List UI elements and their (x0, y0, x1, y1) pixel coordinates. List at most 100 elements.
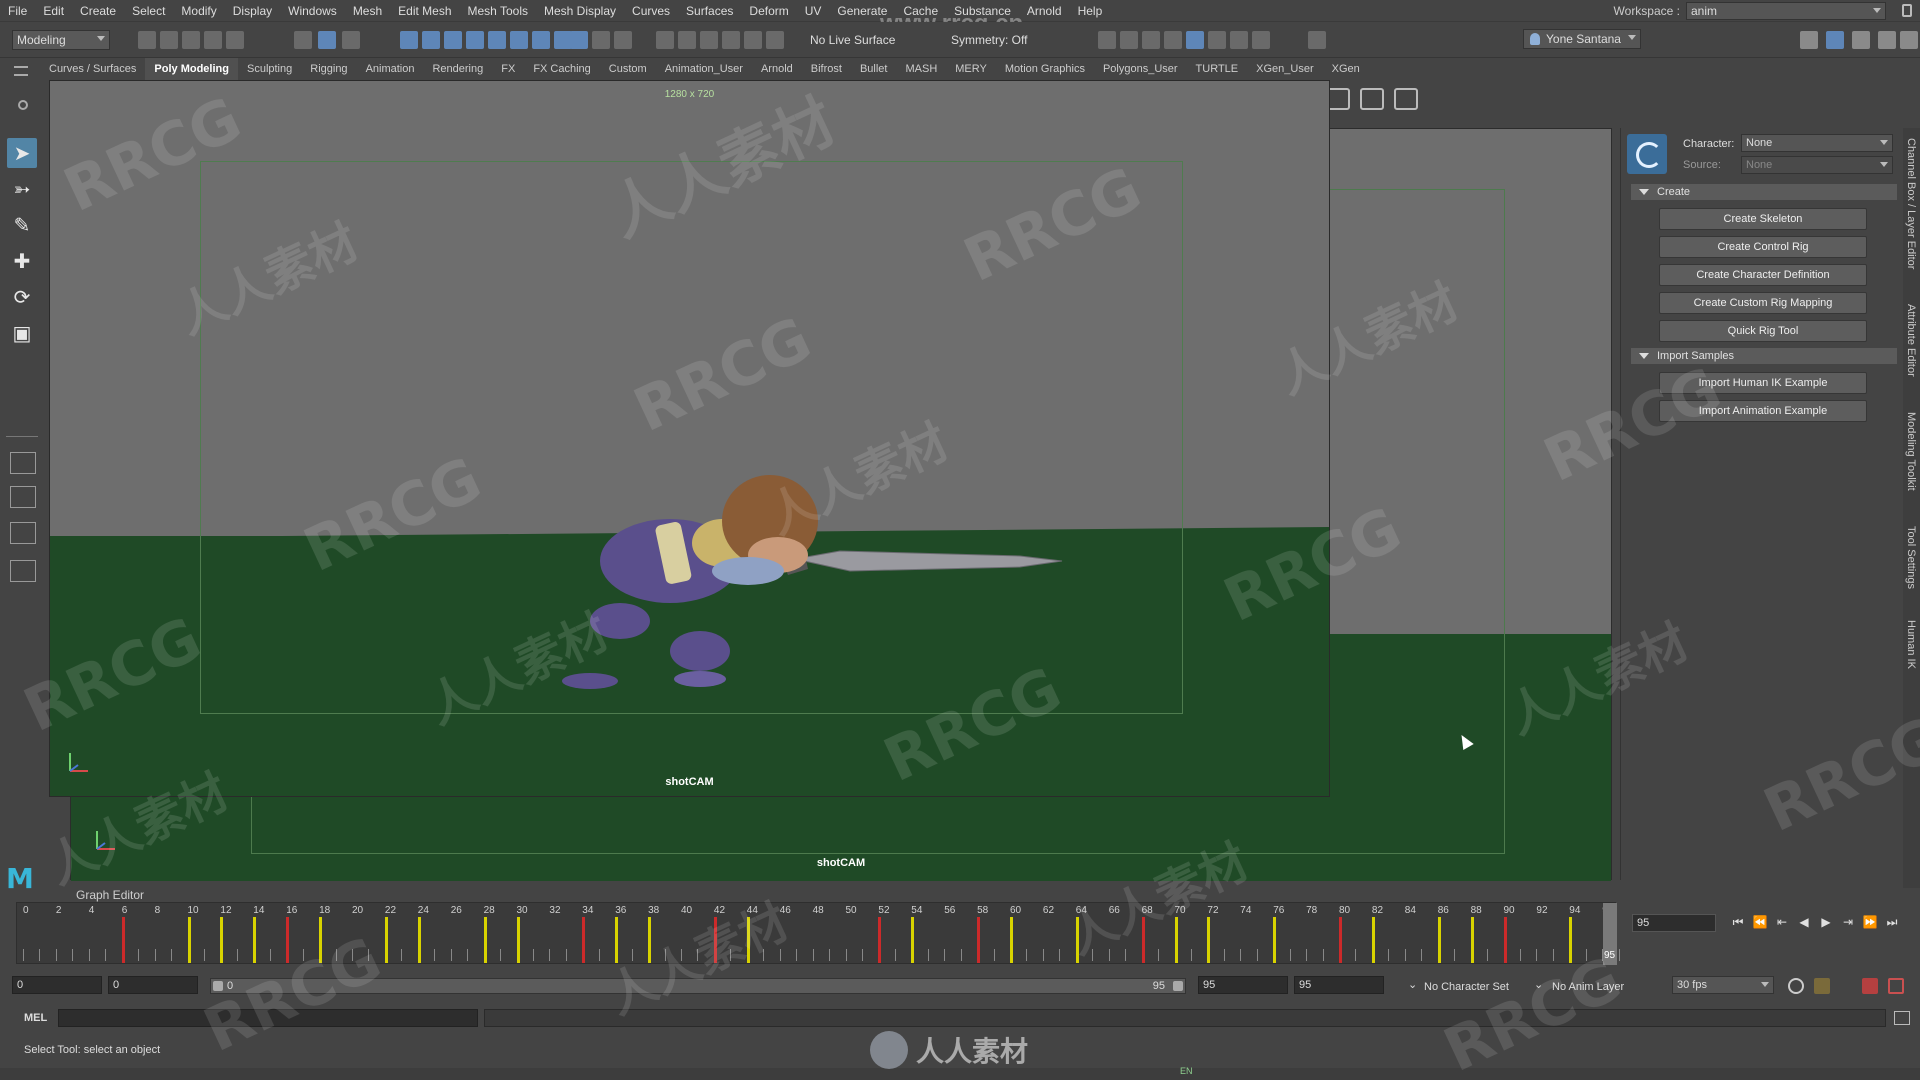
anim-prefs-icon[interactable] (1862, 978, 1878, 994)
lock-selection-icon[interactable] (592, 31, 610, 49)
keyframe-marker[interactable] (1569, 917, 1573, 963)
render-view-icon[interactable] (722, 31, 740, 49)
shelf-tab-rendering[interactable]: Rendering (423, 58, 492, 80)
keyframe-marker[interactable] (878, 917, 882, 963)
input-ops-icon[interactable] (656, 31, 674, 49)
playback-end-field[interactable]: 95 (1198, 976, 1288, 994)
keyframe-marker[interactable] (1010, 917, 1013, 963)
snap-edge-icon[interactable] (532, 31, 550, 49)
snap-surface-icon[interactable] (488, 31, 506, 49)
command-input[interactable] (58, 1009, 478, 1027)
import-samples-section-header[interactable]: Import Samples (1631, 348, 1897, 364)
render-sequence-icon[interactable] (1120, 31, 1138, 49)
go-to-end-icon[interactable]: ⏭ (1884, 914, 1900, 930)
preferences-icon[interactable] (1888, 978, 1904, 994)
keyframe-marker[interactable] (1339, 917, 1342, 963)
keyframe-marker[interactable] (286, 917, 290, 963)
import-human-ik-example-button[interactable]: Import Human IK Example (1659, 372, 1867, 394)
keyframe-marker[interactable] (1470, 917, 1474, 963)
render-settings-alt-icon[interactable] (1164, 31, 1182, 49)
chevron-down-icon[interactable]: ⌄ (1408, 976, 1417, 994)
shelf-menu-icon[interactable] (14, 66, 28, 76)
user-account-dropdown[interactable]: Yone Santana (1523, 29, 1641, 49)
keyframe-marker[interactable] (220, 917, 224, 963)
redo-icon[interactable] (226, 31, 244, 49)
menu-set-dropdown[interactable]: Modeling (12, 30, 110, 50)
menu-arnold[interactable]: Arnold (1019, 0, 1070, 22)
snap-point-icon[interactable] (444, 31, 462, 49)
shelf-tab-polygons-user[interactable]: Polygons_User (1094, 58, 1187, 80)
keyframe-marker[interactable] (1174, 917, 1178, 963)
select-tool-icon[interactable]: ➤ (7, 138, 37, 168)
channel-box-icon[interactable] (1878, 31, 1896, 49)
shelf-tab-sculpting[interactable]: Sculpting (238, 58, 301, 80)
open-scene-icon[interactable] (160, 31, 178, 49)
import-animation-example-button[interactable]: Import Animation Example (1659, 400, 1867, 422)
step-back-frame-icon[interactable]: ⇤ (1774, 914, 1790, 930)
menu-uv[interactable]: UV (797, 0, 830, 22)
shelf-tab-arnold[interactable]: Arnold (752, 58, 802, 80)
keyframe-marker[interactable] (911, 917, 915, 963)
sidebar-toggle-icon[interactable] (1308, 31, 1326, 49)
keyframe-marker[interactable] (483, 917, 487, 963)
menu-deform[interactable]: Deform (741, 0, 796, 22)
shelf-tab-bullet[interactable]: Bullet (851, 58, 897, 80)
shelf-tab-mash[interactable]: MASH (896, 58, 946, 80)
play-backwards-icon[interactable]: ◀ (1796, 914, 1812, 930)
symmetry-dropdown[interactable]: Symmetry: Off (951, 33, 1027, 47)
menu-file[interactable]: File (0, 0, 35, 22)
menu-curves[interactable]: Curves (624, 0, 678, 22)
create-control-rig-button[interactable]: Create Control Rig (1659, 236, 1867, 258)
render-settings-icon[interactable] (766, 31, 784, 49)
human-ik-logo-icon[interactable] (1627, 134, 1667, 174)
play-forwards-icon[interactable]: ▶ (1818, 914, 1834, 930)
create-section-header[interactable]: Create (1631, 184, 1897, 200)
keyframe-marker[interactable] (615, 917, 619, 963)
live-surface-dropdown[interactable]: No Live Surface (810, 33, 895, 47)
menu-display[interactable]: Display (225, 0, 280, 22)
light-editor-icon[interactable] (1230, 31, 1248, 49)
keyframe-marker[interactable] (1207, 917, 1211, 963)
keyframe-marker[interactable] (319, 917, 323, 963)
go-to-start-icon[interactable]: ⏮ (1730, 914, 1746, 930)
keyframe-marker[interactable] (1437, 917, 1441, 963)
shelf-tab-turtle[interactable]: TURTLE (1187, 58, 1248, 80)
keyframe-marker[interactable] (746, 917, 750, 963)
character-dropdown[interactable]: None (1741, 134, 1893, 152)
select-object-icon[interactable] (318, 31, 336, 49)
snap-vertex-icon[interactable] (510, 31, 528, 49)
keyframe-marker[interactable] (1503, 917, 1507, 963)
keyframe-marker[interactable] (1075, 917, 1079, 963)
two-pane-layout-icon[interactable] (10, 522, 36, 544)
keyframe-marker[interactable] (516, 917, 520, 963)
menu-windows[interactable]: Windows (280, 0, 345, 22)
shelf-tab-mery[interactable]: MERY (946, 58, 996, 80)
script-editor-icon[interactable] (1894, 1011, 1910, 1025)
menu-mesh-display[interactable]: Mesh Display (536, 0, 624, 22)
shelf-tab-xgen[interactable]: XGen (1323, 58, 1369, 80)
select-hierarchy-icon[interactable] (294, 31, 312, 49)
help-icon[interactable] (570, 31, 588, 49)
animation-end-field[interactable]: 95 (1294, 976, 1384, 994)
outliner-layout-icon[interactable] (10, 560, 36, 582)
create-custom-rig-mapping-button[interactable]: Create Custom Rig Mapping (1659, 292, 1867, 314)
keyframe-marker[interactable] (384, 917, 388, 963)
tool-settings-icon[interactable] (1852, 31, 1870, 49)
keyframe-marker[interactable] (187, 917, 191, 963)
render-frame-icon[interactable] (1098, 31, 1116, 49)
select-component-icon[interactable] (342, 31, 360, 49)
menu-mesh[interactable]: Mesh (345, 0, 390, 22)
menu-help[interactable]: Help (1070, 0, 1111, 22)
paint-select-tool-icon[interactable]: ✎ (7, 210, 37, 240)
save-scene-icon[interactable] (182, 31, 200, 49)
history-icon[interactable] (614, 31, 632, 49)
shelf-tab-animation[interactable]: Animation (357, 58, 424, 80)
attribute-editor-icon[interactable] (1826, 31, 1844, 49)
shelf-tab-poly-modeling[interactable]: Poly Modeling (145, 58, 238, 80)
construction-history-icon[interactable] (700, 31, 718, 49)
shelf-tab-bifrost[interactable]: Bifrost (802, 58, 851, 80)
animation-start-field[interactable]: 0 (12, 976, 102, 994)
ipr-render-icon[interactable] (744, 31, 762, 49)
shelf-tab-custom[interactable]: Custom (600, 58, 656, 80)
create-skeleton-button[interactable]: Create Skeleton (1659, 208, 1867, 230)
